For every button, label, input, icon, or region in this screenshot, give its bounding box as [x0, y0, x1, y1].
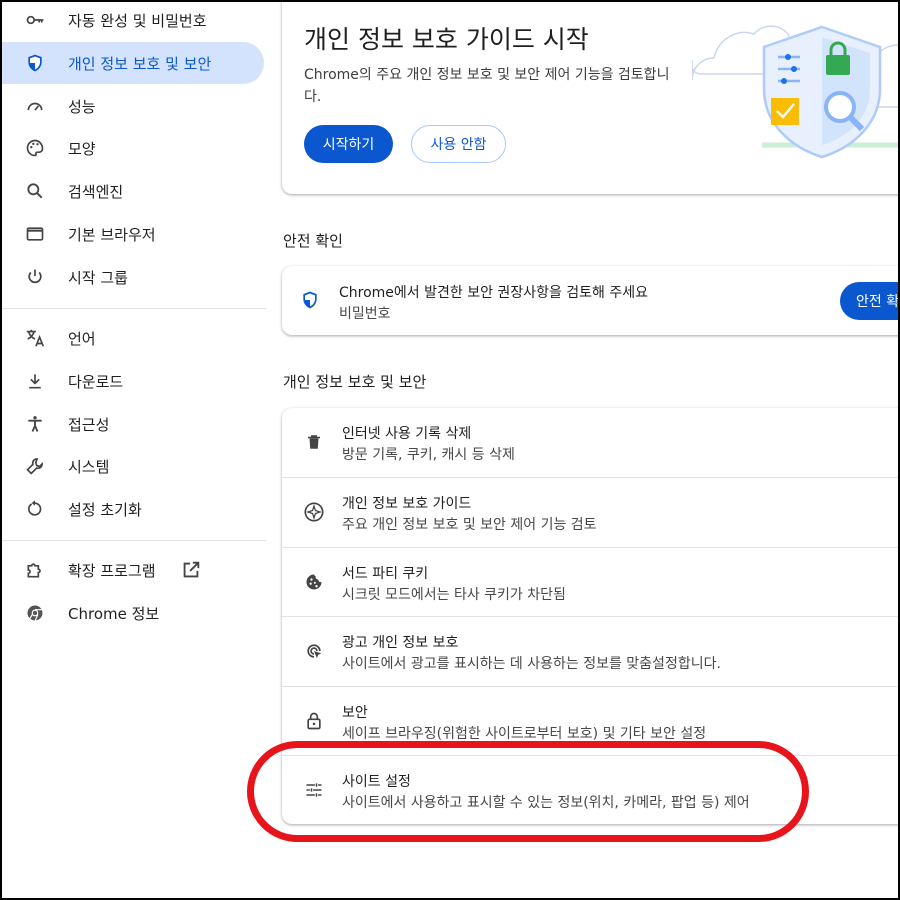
row-privacy-guide[interactable]: 개인 정보 보호 가이드 주요 개인 정보 보호 및 보안 제어 기능 검토	[282, 478, 898, 547]
tune-icon	[303, 779, 325, 801]
reset-icon	[24, 498, 46, 520]
sidebar-item-label: Chrome 정보	[68, 604, 160, 623]
sidebar-item-label: 시스템	[68, 457, 110, 476]
sidebar-item-about-chrome[interactable]: Chrome 정보	[2, 592, 264, 634]
promo-title: 개인 정보 보호 가이드 시작	[304, 25, 589, 54]
safety-check-subtitle: 비밀번호	[339, 306, 391, 322]
row-clear-browsing-data[interactable]: 인터넷 사용 기록 삭제 방문 기록, 쿠키, 캐시 등 삭제	[282, 408, 898, 477]
row-title: 보안	[342, 705, 368, 721]
sidebar-item-label: 성능	[68, 97, 96, 116]
key-icon	[24, 9, 46, 31]
privacy-security-list: 인터넷 사용 기록 삭제 방문 기록, 쿠키, 캐시 등 삭제 개인 정보 보호…	[282, 408, 898, 825]
dismiss-guide-button[interactable]: 사용 안함	[411, 125, 506, 163]
row-third-party-cookies[interactable]: 서드 파티 쿠키 시크릿 모드에서는 타사 쿠키가 차단됨	[282, 548, 898, 617]
safety-check-message: Chrome에서 발견한 보안 권장사항을 검토해 주세요	[339, 285, 649, 301]
trash-icon	[303, 431, 325, 453]
lock-icon	[303, 710, 325, 732]
safety-check-button[interactable]: 안전 확인	[840, 282, 898, 320]
extension-icon	[24, 559, 46, 581]
ad-privacy-icon	[303, 640, 325, 662]
power-icon	[24, 266, 46, 288]
row-subtitle: 사이트에서 사용하고 표시할 수 있는 정보(위치, 카메라, 팝업 등) 제어	[342, 795, 750, 811]
row-title: 광고 개인 정보 보호	[342, 635, 459, 651]
sidebar-item-label: 모양	[68, 139, 96, 158]
translate-icon	[24, 327, 46, 349]
row-subtitle: 시크릿 모드에서는 타사 쿠키가 차단됨	[342, 587, 566, 603]
row-subtitle: 세이프 브라우징(위험한 사이트로부터 보호) 및 기타 보안 설정	[342, 726, 707, 742]
privacy-security-heading: 개인 정보 보호 및 보안	[283, 373, 427, 391]
cookie-icon	[303, 571, 325, 593]
sidebar-item-languages[interactable]: 언어	[2, 317, 264, 359]
wrench-icon	[24, 455, 46, 477]
sidebar-item-privacy-security[interactable]: 개인 정보 보호 및 보안	[2, 42, 264, 84]
row-title: 사이트 설정	[342, 774, 411, 790]
sidebar-item-label: 기본 브라우저	[68, 225, 156, 244]
shield-check-icon	[300, 290, 322, 312]
sidebar-item-accessibility[interactable]: 접근성	[2, 403, 264, 445]
sidebar-item-appearance[interactable]: 모양	[2, 127, 264, 169]
settings-sidebar: 자동 완성 및 비밀번호 개인 정보 보호 및 보안 성능 모양 검색엔진 기본…	[2, 2, 272, 898]
shield-icon	[24, 52, 46, 74]
sidebar-item-system[interactable]: 시스템	[2, 445, 264, 487]
sidebar-item-autofill[interactable]: 자동 완성 및 비밀번호	[2, 2, 264, 41]
row-title: 개인 정보 보호 가이드	[342, 496, 472, 512]
privacy-guide-illustration	[692, 15, 898, 175]
safety-check-card: Chrome에서 발견한 보안 권장사항을 검토해 주세요 비밀번호 안전 확인	[282, 266, 898, 335]
sidebar-item-search-engine[interactable]: 검색엔진	[2, 170, 264, 212]
sidebar-item-default-browser[interactable]: 기본 브라우저	[2, 213, 264, 255]
sidebar-item-downloads[interactable]: 다운로드	[2, 360, 264, 402]
sidebar-item-on-startup[interactable]: 시작 그룹	[2, 256, 264, 298]
sidebar-divider	[2, 540, 266, 541]
row-title: 인터넷 사용 기록 삭제	[342, 426, 472, 442]
row-title: 서드 파티 쿠키	[342, 566, 429, 582]
start-guide-button[interactable]: 시작하기	[304, 125, 393, 163]
row-subtitle: 주요 개인 정보 보호 및 보안 제어 기능 검토	[342, 517, 597, 533]
row-subtitle: 사이트에서 광고를 표시하는 데 사용하는 정보를 맞춤설정합니다.	[342, 656, 721, 672]
sidebar-item-label: 검색엔진	[68, 182, 124, 201]
privacy-guide-icon	[303, 501, 325, 523]
sidebar-item-label: 개인 정보 보호 및 보안	[68, 54, 212, 73]
sidebar-item-label: 자동 완성 및 비밀번호	[68, 11, 207, 30]
sidebar-item-label: 설정 초기화	[68, 500, 142, 519]
sidebar-item-extensions[interactable]: 확장 프로그램	[2, 549, 264, 591]
sidebar-divider	[2, 308, 266, 309]
sidebar-item-reset[interactable]: 설정 초기화	[2, 488, 264, 530]
promo-description: Chrome의 주요 개인 정보 보호 및 보안 제어 기능을 검토합니다.	[304, 67, 670, 105]
download-icon	[24, 370, 46, 392]
search-icon	[24, 180, 46, 202]
sidebar-item-label: 시작 그룹	[68, 268, 128, 287]
settings-page: 자동 완성 및 비밀번호 개인 정보 보호 및 보안 성능 모양 검색엔진 기본…	[0, 0, 900, 900]
privacy-guide-promo-card: 개인 정보 보호 가이드 시작 Chrome의 주요 개인 정보 보호 및 보안…	[282, 2, 898, 194]
sidebar-item-performance[interactable]: 성능	[2, 85, 264, 127]
sidebar-item-label: 다운로드	[68, 372, 124, 391]
row-security[interactable]: 보안 세이프 브라우징(위험한 사이트로부터 보호) 및 기타 보안 설정	[282, 687, 898, 756]
sidebar-item-label: 확장 프로그램	[68, 561, 156, 580]
browser-window-icon	[24, 223, 46, 245]
open-in-new-icon	[180, 559, 202, 581]
palette-icon	[24, 137, 46, 159]
row-site-settings[interactable]: 사이트 설정 사이트에서 사용하고 표시할 수 있는 정보(위치, 카메라, 팝…	[282, 756, 898, 825]
sidebar-item-label: 언어	[68, 329, 96, 348]
speedometer-icon	[24, 95, 46, 117]
row-subtitle: 방문 기록, 쿠키, 캐시 등 삭제	[342, 447, 515, 463]
safety-check-heading: 안전 확인	[283, 232, 343, 250]
accessibility-icon	[24, 413, 46, 435]
sidebar-item-label: 접근성	[68, 415, 110, 434]
row-ad-privacy[interactable]: 광고 개인 정보 보호 사이트에서 광고를 표시하는 데 사용하는 정보를 맞춤…	[282, 617, 898, 686]
chrome-icon	[24, 602, 46, 624]
